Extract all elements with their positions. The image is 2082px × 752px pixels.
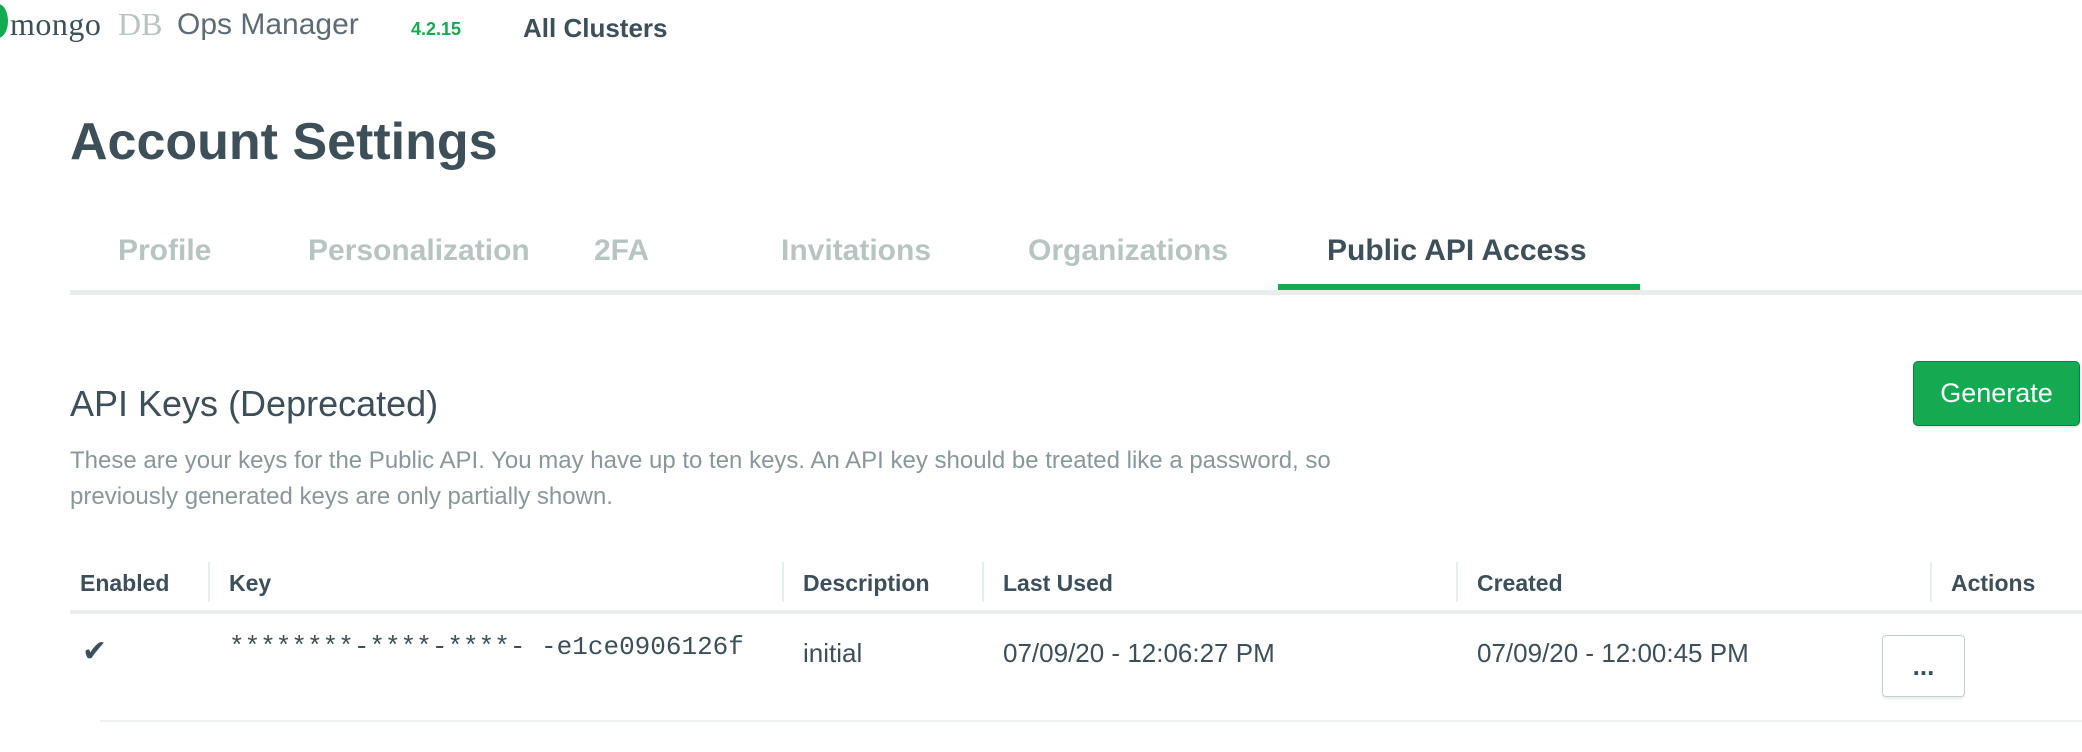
row-actions-button[interactable]: ... (1882, 635, 1965, 697)
check-icon: ✔ (82, 635, 108, 668)
column-divider (1930, 562, 1932, 602)
column-divider (782, 562, 784, 602)
settings-tabs: Profile Personalization 2FA Invitations … (70, 222, 2082, 295)
column-header-key[interactable]: Key (229, 570, 271, 597)
key-last-used: 07/09/20 - 12:06:27 PM (1003, 638, 1275, 668)
version-label: 4.2.15 (411, 19, 462, 39)
logo-mongo[interactable]: mongo (10, 6, 101, 43)
logo-product-name[interactable]: Ops Manager (177, 8, 359, 42)
api-key-value: ********-****-****- -e1ce0906126f (229, 632, 744, 662)
tab-invitations[interactable]: Invitations (781, 234, 931, 268)
tab-organizations[interactable]: Organizations (1028, 234, 1228, 268)
section-title: API Keys (Deprecated) (70, 383, 439, 424)
top-bar: mongo DB Ops Manager 4.2.15 All Clusters (0, 0, 2082, 60)
active-tab-indicator (1278, 284, 1640, 290)
section-description: These are your keys for the Public API. … (70, 447, 1331, 510)
column-header-actions: Actions (1951, 570, 2036, 596)
column-divider (1456, 562, 1458, 602)
key-description: initial (803, 638, 863, 668)
table-header: Enabled Key Description Last Used Create… (70, 562, 2082, 614)
column-header-description[interactable]: Description (803, 570, 930, 597)
logo-db[interactable]: DB (118, 6, 162, 43)
column-header-last-used[interactable]: Last Used (1003, 570, 1113, 597)
column-header-created[interactable]: Created (1477, 570, 1563, 597)
column-divider (982, 562, 984, 602)
tab-public-api-access[interactable]: Public API Access (1327, 234, 1587, 268)
tab-profile[interactable]: Profile (118, 234, 211, 268)
tab-2fa[interactable]: 2FA (594, 234, 649, 268)
generate-button[interactable]: Generate (1913, 361, 2080, 426)
key-created: 07/09/20 - 12:00:45 PM (1477, 638, 1749, 668)
all-clusters-link[interactable]: All Clusters (523, 13, 668, 44)
column-divider (208, 562, 210, 602)
column-header-enabled[interactable]: Enabled (80, 570, 169, 597)
tab-personalization[interactable]: Personalization (308, 234, 530, 268)
mongodb-leaf-icon (0, 4, 8, 38)
page-title: Account Settings (70, 113, 498, 171)
